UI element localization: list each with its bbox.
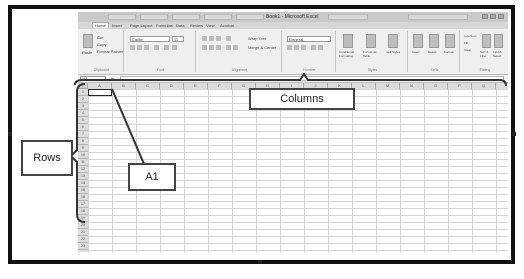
columns-callout: Columns [249, 88, 355, 110]
rows-callout: Rows [21, 140, 73, 176]
columns-brace [74, 72, 507, 87]
rows-brace [69, 83, 86, 223]
annotation-lines [69, 72, 507, 223]
a1-callout: A1 [128, 163, 176, 191]
a1-pointer-line [111, 88, 145, 165]
